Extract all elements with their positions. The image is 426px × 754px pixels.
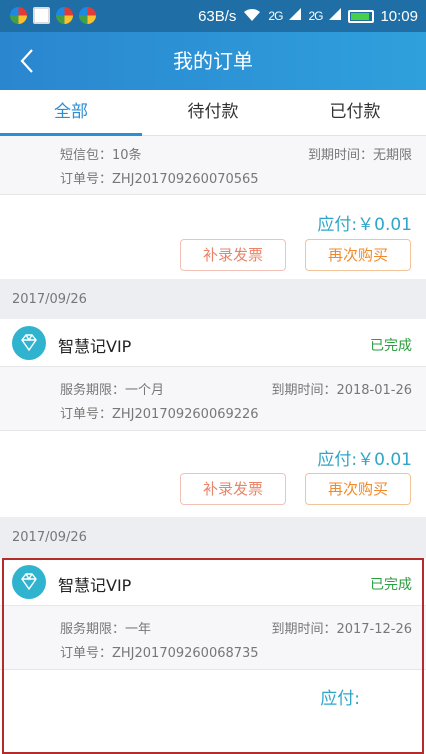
app-icon: [56, 7, 73, 24]
signal-2g-label: 2G: [268, 9, 283, 23]
add-invoice-button[interactable]: 补录发票: [180, 239, 286, 271]
tab-paid[interactable]: 已付款: [284, 90, 426, 135]
signal-icon: [288, 7, 302, 25]
wifi-icon: [242, 6, 262, 26]
expiry-label: 到期时间：2018-01-26: [271, 383, 412, 398]
service-period: 服务期限：一年: [60, 622, 152, 637]
order-number: 订单号：ZHJ201709260068735: [60, 646, 259, 661]
buy-again-button[interactable]: 再次购买: [305, 473, 411, 505]
product-name: 智慧记VIP: [58, 576, 132, 595]
status-bar: 63B/s 2G 2G 10:09: [0, 0, 426, 32]
order-actions: 应付:￥0.01 补录发票 再次购买: [0, 195, 426, 279]
page-title: 我的订单: [173, 49, 253, 73]
expiry-label: 到期时间：2017-12-26: [271, 622, 412, 637]
order-number: 订单号：ZHJ201709260070565: [60, 172, 259, 187]
order-actions: 应付:: [0, 670, 426, 754]
signal-2g-label: 2G: [308, 9, 323, 23]
order-actions: 应付:￥0.01 补录发票 再次购买: [0, 431, 426, 517]
diamond-icon: [12, 326, 46, 360]
app-icon: [10, 7, 27, 24]
order-date: 2017/09/26: [0, 279, 426, 319]
buy-again-button[interactable]: 再次购买: [305, 239, 411, 271]
order-tabs: 全部 待付款 已付款: [0, 90, 426, 136]
network-speed: 63B/s: [198, 7, 237, 25]
signal-icon: [328, 7, 342, 25]
order-header[interactable]: 智慧记VIP 已完成: [0, 558, 426, 606]
service-period: 服务期限：一个月: [60, 383, 165, 398]
gallery-icon: [33, 7, 50, 24]
app-header: 我的订单: [0, 32, 426, 90]
order-header[interactable]: 智慧记VIP 已完成: [0, 319, 426, 367]
order-detail: 服务期限：一年 到期时间：2017-12-26 订单号：ZHJ201709260…: [0, 606, 426, 670]
order-list[interactable]: 短信包：10条 到期时间：无期限 订单号：ZHJ201709260070565 …: [0, 136, 426, 754]
add-invoice-button[interactable]: 补录发票: [180, 473, 286, 505]
expiry-label: 到期时间：无期限: [307, 148, 412, 163]
order-detail: 短信包：10条 到期时间：无期限 订单号：ZHJ201709260070565: [0, 136, 426, 195]
status-completed: 已完成: [370, 577, 412, 593]
order-number: 订单号：ZHJ201709260069226: [60, 407, 259, 422]
order-date-text: 2017/09/26: [12, 530, 87, 545]
product-name: 智慧记VIP: [58, 337, 132, 356]
notification-icons: [10, 7, 96, 24]
tab-pending-payment[interactable]: 待付款: [142, 90, 284, 135]
tab-all[interactable]: 全部: [0, 90, 142, 136]
amount-due: 应付:￥0.01: [317, 215, 412, 235]
amount-due: 应付:: [320, 689, 360, 709]
status-completed: 已完成: [370, 338, 412, 354]
amount-due: 应付:￥0.01: [317, 450, 412, 470]
diamond-icon: [12, 565, 46, 599]
order-date: 2017/09/26: [0, 517, 426, 558]
order-detail: 服务期限：一个月 到期时间：2018-01-26 订单号：ZHJ20170926…: [0, 367, 426, 431]
order-date-text: 2017/09/26: [12, 292, 87, 307]
battery-icon: [348, 9, 375, 23]
sms-package-label: 短信包：10条: [60, 148, 142, 163]
app-icon: [79, 7, 96, 24]
clock: 10:09: [380, 7, 418, 25]
